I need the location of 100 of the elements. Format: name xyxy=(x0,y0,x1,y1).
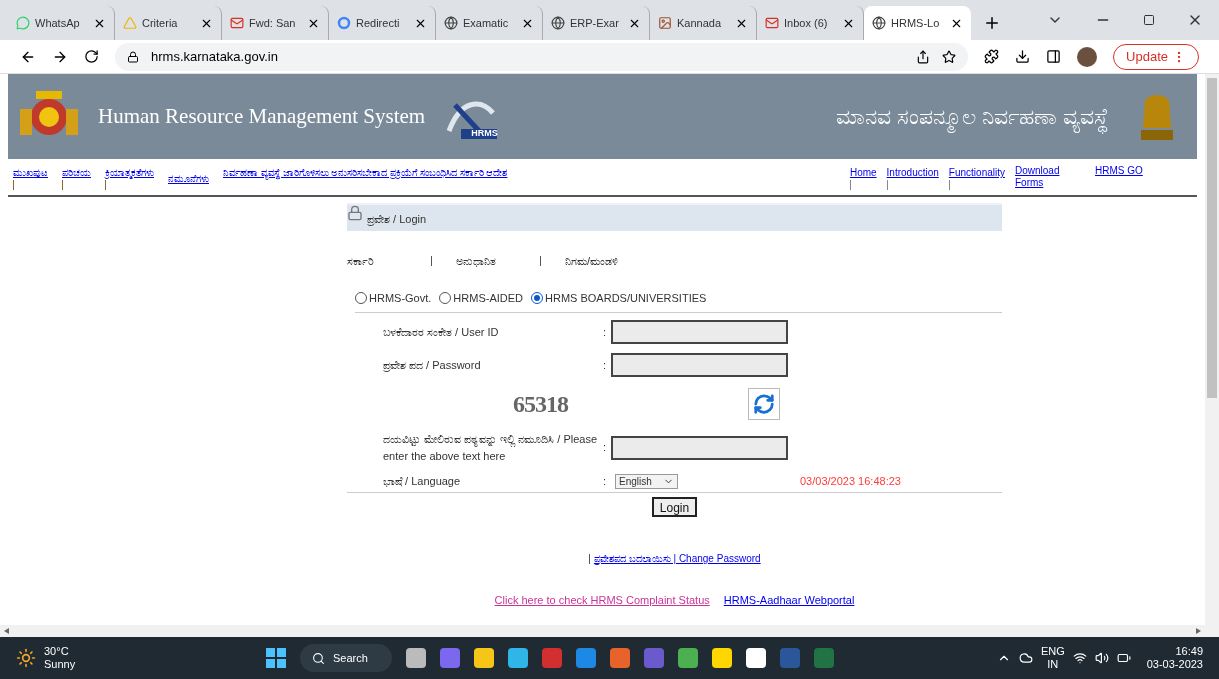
app-icon[interactable] xyxy=(712,648,732,668)
download-icon[interactable] xyxy=(1015,49,1031,64)
radio-label: HRMS-AIDED xyxy=(453,290,523,306)
tab-title: Inbox (6) xyxy=(784,15,829,31)
reload-icon[interactable] xyxy=(84,49,99,64)
url-text: hrms.karnataka.gov.in xyxy=(151,47,278,66)
colon-text: : xyxy=(603,474,608,489)
category-label: ಅನುಧಾನಿತ xyxy=(456,254,497,269)
nav-link[interactable]: Functionality xyxy=(948,165,1005,180)
input-field[interactable] xyxy=(611,435,788,460)
horizontal-scrollbar[interactable] xyxy=(0,625,1205,637)
triangle-icon xyxy=(123,16,137,30)
search-icon xyxy=(312,651,325,665)
app-icon[interactable] xyxy=(474,648,494,668)
wifi-icon[interactable] xyxy=(1072,651,1087,665)
clock-date[interactable]: 03-03-2023 xyxy=(1146,658,1203,671)
new-tab-icon[interactable] xyxy=(983,14,1001,32)
circle-logo-icon xyxy=(337,16,351,30)
app-icon[interactable] xyxy=(576,648,596,668)
app-icon[interactable] xyxy=(508,648,528,668)
browser-tab[interactable]: HRMS-Lo xyxy=(864,6,971,40)
scroll-left-icon[interactable] xyxy=(4,628,10,634)
globe-icon xyxy=(444,16,458,30)
radio-label: HRMS BOARDS/UNIVERSITIES xyxy=(545,290,707,306)
maximize-icon[interactable] xyxy=(1143,14,1155,26)
refresh-button[interactable] xyxy=(748,388,780,420)
app-icon[interactable] xyxy=(440,648,460,668)
nav-link[interactable]: ನಮೂನೆಗಳು xyxy=(168,171,209,186)
vertical-scrollbar[interactable] xyxy=(1205,74,1219,637)
picture-icon xyxy=(658,16,672,30)
field-label: ಭಾಷೆ / Language xyxy=(383,474,462,489)
login-button[interactable]: Login xyxy=(651,496,698,517)
clock-time[interactable]: 16:49 xyxy=(1175,645,1203,658)
scroll-right-icon[interactable] xyxy=(1195,628,1201,634)
weather-text: Sunny xyxy=(44,658,76,671)
mail-icon xyxy=(230,16,244,30)
page-link[interactable]: HRMS-Aadhaar Webportal xyxy=(723,591,855,608)
separator-text: | xyxy=(588,551,591,566)
lock-icon xyxy=(127,50,139,63)
site-title: Human Resource Management System xyxy=(98,102,426,130)
app-icon[interactable] xyxy=(678,648,698,668)
nav-link[interactable]: ಮುಖಪುಟ xyxy=(13,165,48,180)
windows-icon[interactable] xyxy=(266,648,286,668)
puzzle-icon[interactable] xyxy=(984,49,1000,64)
nav-link[interactable]: Introduction xyxy=(886,165,939,180)
app-icon[interactable] xyxy=(610,648,630,668)
field-label: ಬಳಕೆದಾರರ ಸಂಕೇತ / User ID xyxy=(383,324,500,340)
field-label: ದಯವಿಟ್ಟು ಮೇಲಿರುವ ಪಠ್ಯವನ್ನು ಇಲ್ಲಿ ನಮೂದಿಸಿ / Please enter the above text here xyxy=(383,432,599,464)
field-label: ಪ್ರವೇಶ ಪದ / Password xyxy=(383,357,482,374)
app-icon[interactable] xyxy=(746,648,766,668)
site-title-kannada: ಮಾನವ ಸಂಪನ್ಮೂಲ ನಿರ್ವಹಣಾ ವ್ಯವಸ್ಥೆ xyxy=(835,100,1109,133)
tab-title: Fwd: San xyxy=(249,15,297,31)
globe-icon xyxy=(551,16,565,30)
colon-text: : xyxy=(603,440,608,456)
region-text[interactable]: IN xyxy=(1047,658,1059,671)
nav-link[interactable]: ಕ್ರಿಯಾತ್ಮಕತೆಗಳು xyxy=(105,165,154,180)
battery-icon[interactable] xyxy=(1116,651,1131,665)
share-icon[interactable] xyxy=(916,49,931,64)
nav-link[interactable]: Home xyxy=(849,165,877,180)
app-icon[interactable] xyxy=(406,648,426,668)
avatar[interactable] xyxy=(1077,46,1098,67)
tab-title: HRMS-Lo xyxy=(891,15,941,31)
tab-title: Examatic xyxy=(463,15,510,31)
nav-link[interactable]: ಪರಿಚಯ xyxy=(62,165,91,180)
search-text: Search xyxy=(333,650,368,666)
logo-text: HRMS xyxy=(471,126,498,140)
page-link[interactable]: Click here to check HRMS Complaint Status xyxy=(494,591,710,608)
temperature-text: 30°C xyxy=(44,645,70,658)
colon-text: : xyxy=(603,357,608,373)
refresh-icon xyxy=(753,393,775,415)
category-label: ನಿಗಮ/ಮಂಡಳಿ xyxy=(565,254,620,269)
tab-title: WhatsAp xyxy=(35,15,81,31)
tab-title: Kannada xyxy=(677,15,723,31)
mail-icon xyxy=(765,16,779,30)
datetime-text: 03/03/2023 16:48:23 xyxy=(800,474,901,489)
tab-title: ERP-Exar xyxy=(570,15,620,31)
category-label: ಸರ್ಕಾರಿ xyxy=(347,254,375,269)
input-field[interactable] xyxy=(611,353,788,377)
change-password-link[interactable]: ಪ್ರವೇಶಪದ ಬದಲಾಯಿಸು | Change Password xyxy=(593,550,761,566)
speaker-icon[interactable] xyxy=(1094,651,1109,665)
address-bar[interactable]: hrms.karnataka.gov.in xyxy=(115,42,969,71)
globe-icon xyxy=(872,16,886,30)
side-panel-icon[interactable] xyxy=(1046,49,1062,64)
input-field[interactable] xyxy=(611,320,788,344)
captcha-text: 65318 xyxy=(513,390,568,419)
nav-link[interactable]: ನಿರ್ವಹಣಾ ವ್ಯವಸ್ಥೆ ಜಾರಿಗೊಳಿಸಲು ಅನುಸರಿಸಬೇಕಾದ ಪ್ರಕ್ರಿಯೆಗೆ ಸಂಬಂಧಿಸಿದ ಸರ್ಕಾರಿ ಆದೇಶ xyxy=(223,165,553,180)
colon-text: : xyxy=(603,324,608,340)
padlock-icon xyxy=(347,205,363,221)
language-select[interactable]: English xyxy=(615,473,678,489)
chat-icon xyxy=(16,16,30,30)
nav-link[interactable]: HRMS GO xyxy=(1095,165,1157,177)
star-icon[interactable] xyxy=(942,49,957,64)
tab-title: Redirecti xyxy=(356,15,401,31)
tab-title: Criteria xyxy=(142,15,179,31)
nav-link[interactable]: Download Forms xyxy=(1015,165,1077,189)
cloud-icon[interactable] xyxy=(1018,651,1033,665)
panel-title: ಪ್ರವೇಶ / Login xyxy=(367,211,427,227)
language-text[interactable]: ENG xyxy=(1040,645,1065,658)
taskbar-search[interactable]: Search xyxy=(300,644,392,672)
radio-label: HRMS-Govt. xyxy=(369,290,432,306)
